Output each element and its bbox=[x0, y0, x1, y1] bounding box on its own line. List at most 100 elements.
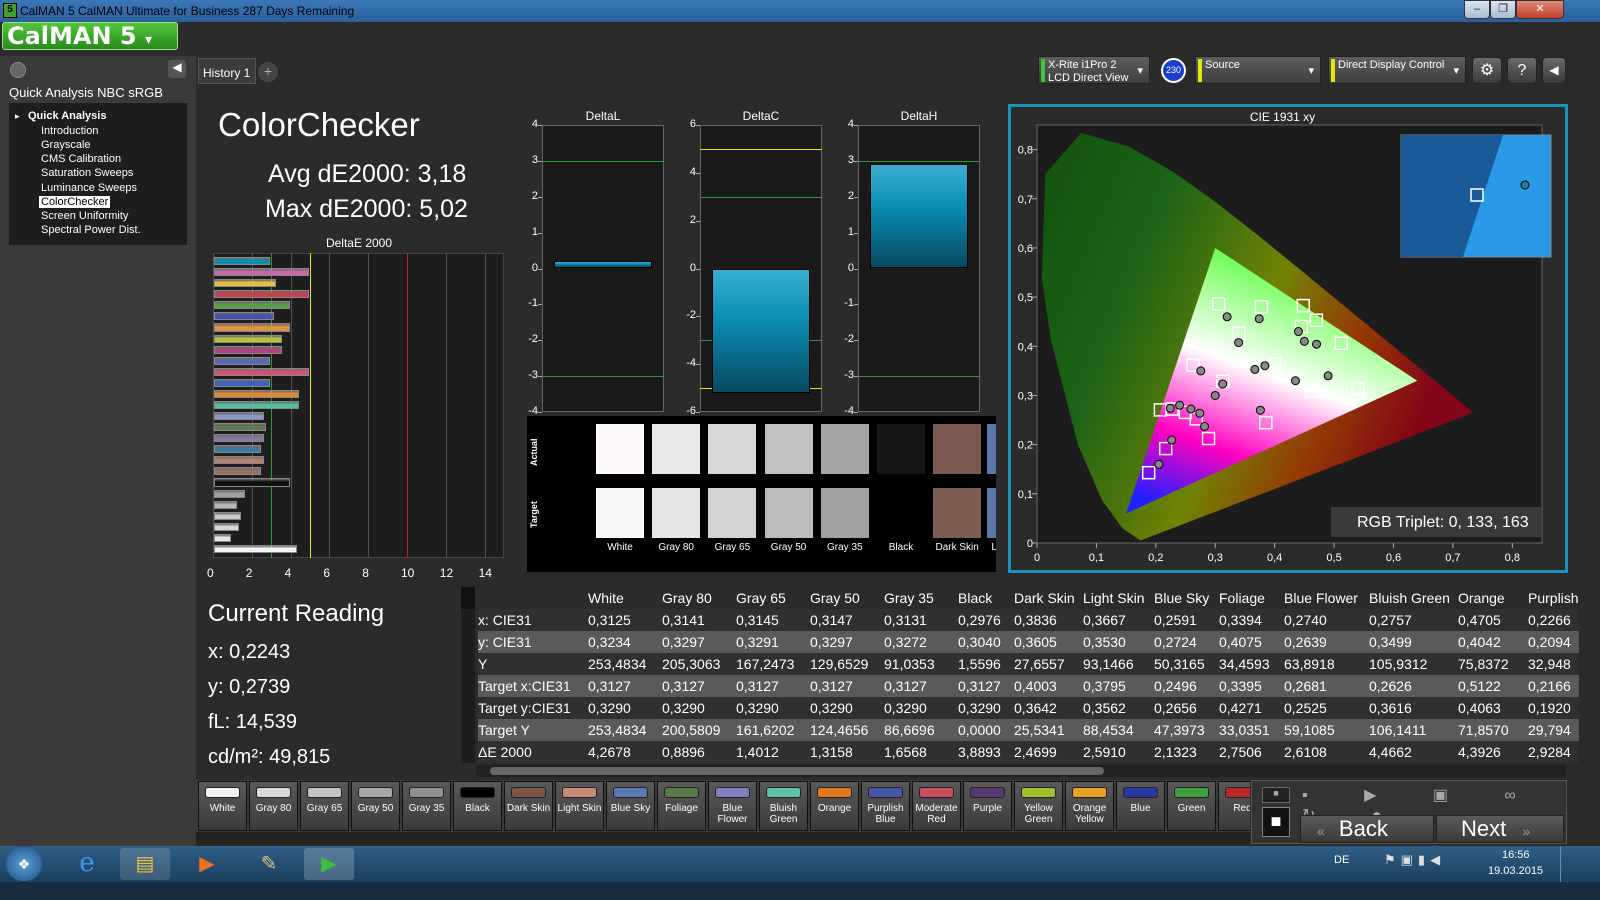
patch-button[interactable]: Orange bbox=[810, 781, 859, 831]
show-desktop-button[interactable] bbox=[1560, 846, 1570, 882]
threshold-line bbox=[700, 148, 822, 150]
patch-button[interactable]: Gray 80 bbox=[249, 781, 298, 831]
column-header[interactable]: Blue Sky bbox=[1154, 587, 1219, 609]
patch-button[interactable]: Yellow Green bbox=[1014, 781, 1063, 831]
patch-button[interactable]: Green bbox=[1167, 781, 1216, 831]
threshold-line bbox=[542, 160, 664, 162]
column-header[interactable]: Bluish Green bbox=[1369, 587, 1458, 609]
column-header[interactable]: Foliage bbox=[1219, 587, 1284, 609]
patch-button[interactable]: Purple bbox=[963, 781, 1012, 831]
patch-button[interactable]: Blue Sky bbox=[606, 781, 655, 831]
patch-button[interactable]: White bbox=[198, 781, 247, 831]
meter-badge[interactable]: 230 bbox=[1161, 58, 1186, 83]
column-header[interactable]: Gray 80 bbox=[662, 587, 736, 609]
table-row: ΔE 2000 4,2678 0,8896 1,4012 1,3158 1,6568 3,8… bbox=[478, 741, 1579, 763]
tree-root[interactable]: Quick Analysis bbox=[28, 110, 106, 122]
patch-swatch bbox=[307, 787, 342, 798]
patch-button[interactable]: Blue Flower bbox=[708, 781, 757, 831]
maximize-button[interactable]: ❐ bbox=[1490, 0, 1516, 19]
column-header[interactable]: Gray 35 bbox=[884, 587, 958, 609]
collapse-sidebar-icon[interactable]: ◀ bbox=[168, 60, 186, 78]
patch-button[interactable]: Dark Skin bbox=[504, 781, 553, 831]
nav-item-spectral-power[interactable]: Spectral Power Dist. bbox=[41, 224, 141, 236]
actual-point bbox=[1293, 327, 1303, 337]
column-header[interactable]: Purplish bbox=[1528, 587, 1579, 609]
table-cell: 34,4593 bbox=[1219, 653, 1284, 675]
explorer-icon[interactable]: ▤ bbox=[120, 848, 170, 880]
patch-button[interactable]: Gray 35 bbox=[402, 781, 451, 831]
patch-swatch bbox=[358, 787, 393, 798]
y-tick-label: 4 bbox=[689, 165, 696, 178]
patch-button[interactable]: Moderate Red bbox=[912, 781, 961, 831]
media-player-icon[interactable]: ▶ bbox=[182, 848, 232, 880]
column-header[interactable]: Orange bbox=[1458, 587, 1528, 609]
help-icon[interactable]: ? bbox=[1507, 57, 1537, 84]
patch-swatch bbox=[868, 787, 903, 798]
tray-icons[interactable]: ⚑▣▮◀ bbox=[1384, 852, 1445, 868]
next-button[interactable]: Next » bbox=[1436, 815, 1564, 843]
column-header[interactable]: Blue Flower bbox=[1284, 587, 1369, 609]
column-header[interactable]: Dark Skin bbox=[1014, 587, 1083, 609]
patch-button[interactable]: Light Skin bbox=[555, 781, 604, 831]
patch-button[interactable]: Black bbox=[453, 781, 502, 831]
nav-item-cms-calibration[interactable]: CMS Calibration bbox=[41, 153, 121, 165]
start-button-icon[interactable]: ❖ bbox=[6, 847, 42, 881]
close-button[interactable]: ✕ bbox=[1516, 0, 1564, 19]
back-button[interactable]: « Back bbox=[1300, 815, 1434, 843]
column-header[interactable]: Light Skin bbox=[1083, 587, 1154, 609]
column-header[interactable]: Gray 50 bbox=[810, 587, 884, 609]
collapse-right-icon[interactable]: ◀ bbox=[1542, 57, 1566, 84]
patch-button[interactable]: Bluish Green bbox=[759, 781, 808, 831]
paint-icon[interactable]: ✎ bbox=[244, 848, 294, 880]
patch-button[interactable]: Foliage bbox=[657, 781, 706, 831]
table-cell: 0,3290 bbox=[884, 697, 958, 719]
patch-button[interactable]: Blue bbox=[1116, 781, 1165, 831]
table-cell: 2,1323 bbox=[1154, 741, 1219, 763]
column-header[interactable] bbox=[478, 587, 588, 609]
patch-button[interactable]: Orange Yellow bbox=[1065, 781, 1114, 831]
table-row: Y 253,4834 205,3063 167,2473 129,6529 91,0353… bbox=[478, 653, 1579, 675]
calman-taskbar-icon[interactable]: ▶ bbox=[304, 848, 354, 880]
y-tick-label: 1 bbox=[847, 225, 854, 238]
scroll-thumb[interactable] bbox=[490, 767, 1104, 775]
column-header[interactable]: Gray 65 bbox=[736, 587, 810, 609]
patch-button[interactable]: Red bbox=[1218, 781, 1250, 831]
nav-item-colorchecker[interactable]: ColorChecker bbox=[39, 196, 111, 208]
nav-item-screen-uniformity[interactable]: Screen Uniformity bbox=[41, 210, 128, 222]
clock-date[interactable]: 19.03.2015 bbox=[1488, 865, 1543, 877]
meter-dropdown[interactable]: X-Rite i1Pro 2 LCD Direct View ▾ bbox=[1038, 56, 1150, 84]
title-bar: 5 CalMAN 5 CalMAN Ultimate for Business … bbox=[0, 0, 1600, 22]
deltah-bar bbox=[870, 164, 968, 269]
add-tab-button[interactable]: + bbox=[258, 62, 278, 82]
patch-button[interactable]: Purplish Blue bbox=[861, 781, 910, 831]
language-indicator[interactable]: DE bbox=[1334, 854, 1349, 866]
internet-explorer-icon[interactable]: e bbox=[70, 848, 104, 880]
tick-mark bbox=[538, 340, 542, 342]
tab-history-1[interactable]: History 1 bbox=[198, 58, 256, 84]
stop-button[interactable]: ■ bbox=[1262, 807, 1290, 837]
table-cell: 91,0353 bbox=[884, 653, 958, 675]
nav-item-luminance-sweeps[interactable]: Luminance Sweeps bbox=[41, 182, 137, 194]
patch-button[interactable]: Gray 65 bbox=[300, 781, 349, 831]
transport-controls[interactable]: ▪ ▶ ▣ ∞ ↻ ● bbox=[1302, 785, 1557, 824]
calman-logo[interactable]: CalMAN 5 ▾ bbox=[2, 22, 178, 50]
swatch-scrollbar[interactable] bbox=[527, 572, 996, 584]
nav-item-introduction[interactable]: Introduction bbox=[41, 125, 98, 137]
stop-icon[interactable]: ■ bbox=[1262, 787, 1290, 803]
nav-item-grayscale[interactable]: Grayscale bbox=[41, 139, 91, 151]
clock-time[interactable]: 16:56 bbox=[1502, 849, 1530, 861]
record-icon[interactable] bbox=[10, 62, 26, 78]
column-header[interactable]: White bbox=[588, 587, 662, 609]
settings-gear-icon[interactable]: ⚙ bbox=[1472, 57, 1502, 84]
display-dropdown[interactable]: Direct Display Control ▾ bbox=[1328, 56, 1466, 84]
patch-button[interactable]: Gray 50 bbox=[351, 781, 400, 831]
column-header[interactable]: Black bbox=[958, 587, 1014, 609]
minimize-button[interactable]: – bbox=[1464, 0, 1490, 19]
table-hscrollbar[interactable] bbox=[476, 765, 1566, 777]
toolbar-scrollbar[interactable] bbox=[196, 832, 1250, 844]
workflow-tree: ▸ Quick Analysis Introduction Grayscale … bbox=[9, 103, 187, 245]
nav-item-saturation-sweeps[interactable]: Saturation Sweeps bbox=[41, 167, 133, 179]
tree-expander-icon[interactable]: ▸ bbox=[15, 111, 20, 122]
source-dropdown[interactable]: Source ▾ bbox=[1195, 56, 1321, 84]
table-cell: 0,3127 bbox=[662, 675, 736, 697]
